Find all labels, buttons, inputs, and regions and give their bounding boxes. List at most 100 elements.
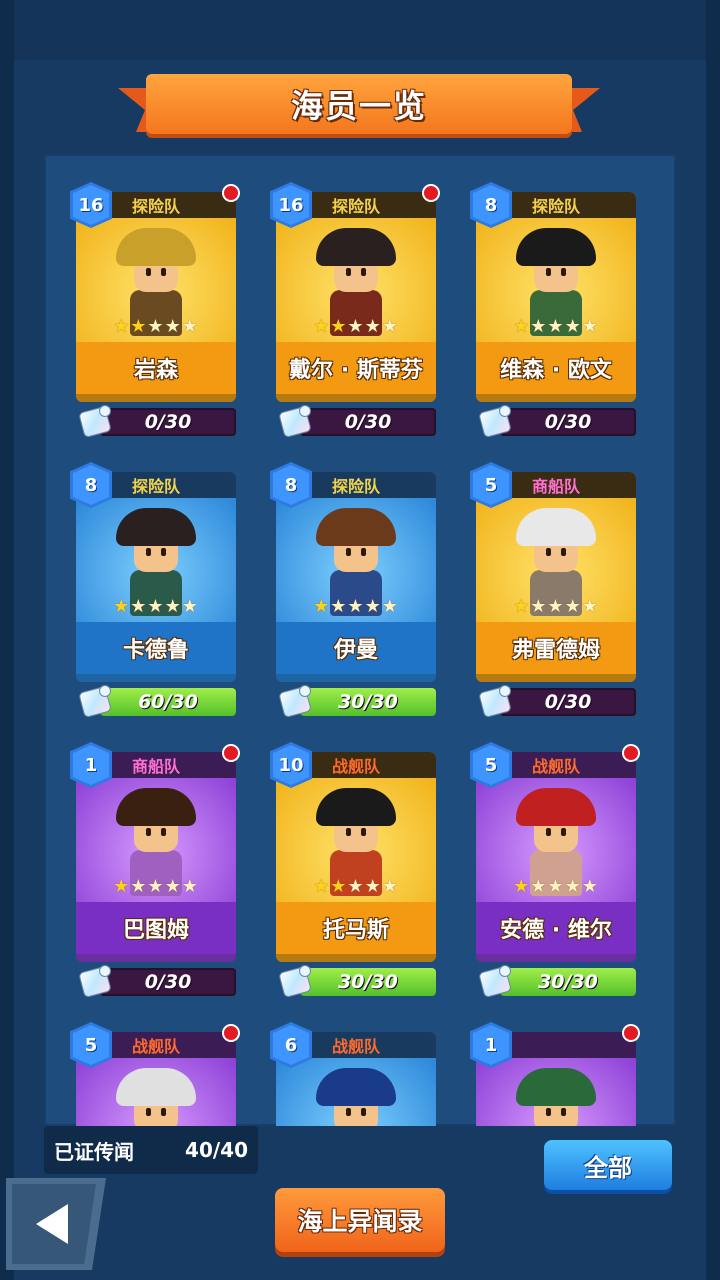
crew-level-badge: 6	[270, 1022, 312, 1068]
character-hat	[116, 1068, 196, 1106]
shard-progress-bar: 0/30	[500, 688, 636, 716]
shard-progress-text: 30/30	[338, 691, 398, 713]
character-eye	[346, 548, 351, 556]
star-empty-icon: ★	[581, 596, 599, 617]
crew-card[interactable]: 1	[470, 1022, 640, 1126]
character-hat	[116, 228, 196, 266]
star-empty-icon: ★	[164, 316, 182, 337]
notification-dot-icon	[622, 744, 640, 762]
crew-level-badge: 10	[270, 742, 312, 788]
star-empty-icon: ★	[530, 316, 548, 337]
star-empty-icon: ★	[347, 316, 365, 337]
star-empty-icon: ★	[130, 596, 148, 617]
crew-star-rating: ★★★★★	[76, 876, 236, 897]
crew-character-art	[316, 1068, 396, 1126]
puzzle-piece-nub	[300, 686, 310, 696]
crew-level-badge: 1	[470, 1022, 512, 1068]
shard-progress-text: 30/30	[338, 971, 398, 993]
puzzle-piece-icon	[478, 684, 512, 718]
character-eye	[561, 1108, 566, 1116]
shard-progress-text: 0/30	[544, 411, 592, 433]
shard-progress-text: 60/30	[138, 691, 198, 713]
crew-card[interactable]: 战舰队 ★★★★★ 托马斯 10 30/30	[270, 742, 440, 1002]
star-empty-icon: ★	[347, 876, 365, 897]
character-eye	[361, 548, 366, 556]
star-empty-icon: ★	[364, 876, 382, 897]
character-eye	[546, 828, 551, 836]
character-hat	[516, 788, 596, 826]
crew-level: 10	[278, 754, 304, 776]
rumor-counter: 已证传闻 40/40	[44, 1126, 258, 1174]
crew-card[interactable]: 战舰队 5	[70, 1022, 240, 1126]
shard-progress-text: 0/30	[344, 411, 392, 433]
star-empty-icon: ★	[330, 596, 348, 617]
crew-card[interactable]: 探险队 ★★★★★ 岩森 16 0/30	[70, 182, 240, 442]
character-eye	[161, 268, 166, 276]
shard-progress-bar: 0/30	[100, 968, 236, 996]
crew-character-art	[116, 1068, 196, 1126]
star-empty-icon: ★	[181, 596, 199, 617]
shard-progress-bar: 0/30	[500, 408, 636, 436]
star-empty-icon: ★	[147, 876, 165, 897]
back-button[interactable]	[6, 1178, 106, 1270]
crew-portrait	[476, 1058, 636, 1126]
character-hat	[516, 1068, 596, 1106]
crew-card[interactable]: 探险队 ★★★★★ 伊曼 8 30/30	[270, 462, 440, 722]
shard-progress-text: 0/30	[544, 691, 592, 713]
crew-card[interactable]: 探险队 ★★★★★ 卡德鲁 8 60/30	[70, 462, 240, 722]
crew-level: 5	[84, 1034, 98, 1056]
star-empty-icon: ★	[547, 596, 565, 617]
crew-level-badge: 16	[270, 182, 312, 228]
notification-dot-icon	[622, 1024, 640, 1042]
crew-star-rating: ★★★★★	[76, 316, 236, 337]
crew-tile-shadow	[276, 394, 436, 402]
character-eye	[561, 548, 566, 556]
crew-name: 岩森	[76, 342, 236, 394]
crew-grid[interactable]: 探险队 ★★★★★ 岩森 16 0/30 探险队 ★★★★★ 戴尔 · 斯蒂芬 16 0/30 探险…	[44, 154, 676, 1126]
puzzle-piece-nub	[300, 406, 310, 416]
character-hat	[516, 228, 596, 266]
character-hat	[316, 788, 396, 826]
crew-character-art	[516, 1068, 596, 1126]
star-filled-icon: ★	[113, 876, 131, 897]
star-filled-icon: ★	[330, 876, 348, 897]
star-empty-icon: ★	[547, 876, 565, 897]
crew-card[interactable]: 战舰队 ★★★★★ 安德 · 维尔 5 30/30	[470, 742, 640, 1002]
puzzle-piece-nub	[500, 406, 510, 416]
character-eye	[346, 268, 351, 276]
star-filled-icon: ★	[513, 596, 531, 617]
filter-all-button[interactable]: 全部	[544, 1140, 672, 1190]
crew-tile-shadow	[76, 674, 236, 682]
crew-card[interactable]: 探险队 ★★★★★ 维森 · 欧文 8 0/30	[470, 182, 640, 442]
back-arrow-icon	[36, 1204, 68, 1244]
star-empty-icon: ★	[581, 876, 599, 897]
character-eye	[146, 1108, 151, 1116]
shard-progress-bar: 30/30	[300, 968, 436, 996]
crew-star-rating: ★★★★★	[76, 596, 236, 617]
crew-tile-shadow	[276, 954, 436, 962]
crew-card[interactable]: 战舰队 6	[270, 1022, 440, 1126]
puzzle-piece-icon	[278, 404, 312, 438]
crew-level: 16	[278, 194, 304, 216]
star-filled-icon: ★	[130, 316, 148, 337]
crew-level: 1	[484, 1034, 498, 1056]
page-title: 海员一览	[290, 87, 427, 125]
crew-card[interactable]: 商船队 ★★★★★ 巴图姆 1 0/30	[70, 742, 240, 1002]
crew-level: 8	[84, 474, 98, 496]
crew-tile-shadow	[476, 954, 636, 962]
shard-progress-text: 0/30	[144, 971, 192, 993]
character-eye	[146, 548, 151, 556]
puzzle-piece-icon	[278, 684, 312, 718]
puzzle-piece-icon	[478, 964, 512, 998]
star-empty-icon: ★	[381, 876, 399, 897]
crew-card[interactable]: 探险队 ★★★★★ 戴尔 · 斯蒂芬 16 0/30	[270, 182, 440, 442]
character-hat	[316, 1068, 396, 1106]
crew-card[interactable]: 商船队 ★★★★★ 弗雷德姆 5 0/30	[470, 462, 640, 722]
star-empty-icon: ★	[364, 316, 382, 337]
top-bar	[0, 0, 720, 60]
crew-portrait	[276, 1058, 436, 1126]
sea-tales-button[interactable]: 海上异闻录	[275, 1188, 445, 1252]
shard-progress-bar: 30/30	[300, 688, 436, 716]
star-empty-icon: ★	[347, 596, 365, 617]
character-eye	[361, 268, 366, 276]
